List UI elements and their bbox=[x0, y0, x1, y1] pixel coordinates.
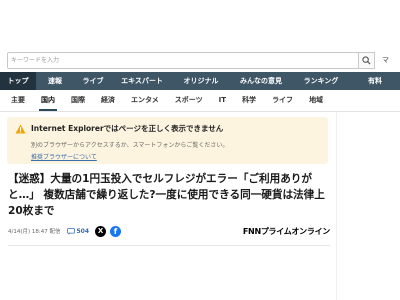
article-headline: 【迷惑】大量の1円玉投入でセルフレジがエラー「ご利用ありがと…」 複数店舗で繰り… bbox=[8, 173, 325, 217]
search-icon bbox=[362, 56, 371, 65]
alert-message: 別のブラウザーからアクセスするか、スマートフォンからご覧ください。 bbox=[31, 142, 229, 149]
main-nav-paid[interactable]: 有料 bbox=[350, 72, 400, 90]
comments-link[interactable]: 504 bbox=[66, 227, 90, 235]
comment-count: 504 bbox=[76, 227, 90, 235]
main-nav-live[interactable]: ライブ bbox=[74, 72, 112, 90]
main-nav: トップ 速報 ライブ エキスパート オリジナル みんなの意見 ランキング 有料 bbox=[0, 72, 400, 90]
comment-icon bbox=[66, 227, 75, 235]
main-nav-opinions[interactable]: みんなの意見 bbox=[230, 72, 292, 90]
warning-icon bbox=[15, 123, 26, 134]
category-tab-science[interactable]: 科学 bbox=[234, 90, 264, 111]
column-divider bbox=[336, 112, 337, 300]
category-tab-main[interactable]: 主要 bbox=[3, 90, 33, 111]
category-tab-it[interactable]: IT bbox=[211, 90, 234, 111]
category-tab-economy[interactable]: 経済 bbox=[93, 90, 123, 111]
article-meta: 4/14(月) 18:47 配信 504 X f FNNプライムオンライン bbox=[8, 223, 330, 239]
top-blank-area bbox=[0, 0, 400, 50]
alert-title: Internet Explorerではページを正しく表示できません bbox=[31, 124, 224, 133]
main-nav-ranking[interactable]: ランキング bbox=[292, 72, 350, 90]
browser-warning-alert: Internet Explorerではページを正しく表示できません 別のブラウザ… bbox=[7, 117, 328, 164]
x-share-icon[interactable]: X bbox=[95, 225, 107, 237]
publish-date: 4/14(月) 18:47 配信 bbox=[8, 229, 61, 235]
main-nav-original[interactable]: オリジナル bbox=[172, 72, 230, 90]
header-more-link[interactable]: マ bbox=[382, 55, 389, 65]
recommended-browsers-link[interactable]: 推奨ブラウザーについて bbox=[15, 152, 320, 161]
category-nav: 主要 国内 国際 経済 エンタメ スポーツ IT 科学 ライフ 地域 bbox=[0, 90, 400, 112]
main-nav-breaking[interactable]: 速報 bbox=[36, 72, 74, 90]
search-bar: キーワードを入力 マ bbox=[0, 50, 400, 70]
category-tab-sports[interactable]: スポーツ bbox=[167, 90, 211, 111]
category-tab-life[interactable]: ライフ bbox=[264, 90, 301, 111]
main-nav-top[interactable]: トップ bbox=[0, 72, 36, 90]
category-tab-local[interactable]: 地域 bbox=[301, 90, 331, 111]
category-tab-international[interactable]: 国際 bbox=[63, 90, 93, 111]
facebook-share-icon[interactable]: f bbox=[110, 225, 122, 237]
search-button[interactable] bbox=[358, 52, 375, 69]
main-nav-expert[interactable]: エキスパート bbox=[112, 72, 172, 90]
category-tab-entertainment[interactable]: エンタメ bbox=[123, 90, 167, 111]
category-tab-domestic[interactable]: 国内 bbox=[33, 90, 63, 111]
divider bbox=[8, 245, 330, 246]
source-logo[interactable]: FNNプライムオンライン bbox=[243, 226, 330, 237]
search-input[interactable]: キーワードを入力 bbox=[7, 52, 359, 69]
